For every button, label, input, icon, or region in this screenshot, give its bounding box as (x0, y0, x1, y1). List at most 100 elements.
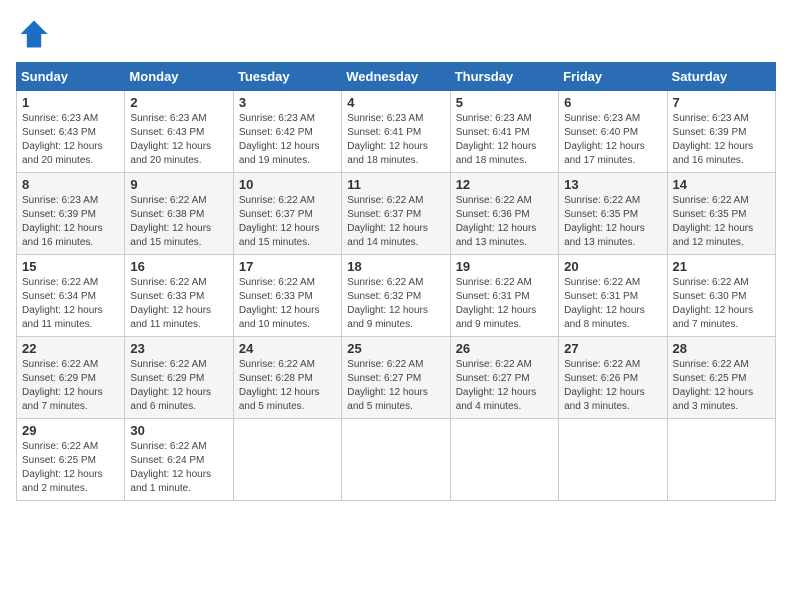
day-number: 7 (673, 95, 770, 110)
calendar-week-row: 15 Sunrise: 6:22 AMSunset: 6:34 PMDaylig… (17, 255, 776, 337)
day-number: 17 (239, 259, 336, 274)
day-number: 5 (456, 95, 553, 110)
day-number: 20 (564, 259, 661, 274)
day-info: Sunrise: 6:22 AMSunset: 6:33 PMDaylight:… (130, 277, 211, 330)
day-info: Sunrise: 6:22 AMSunset: 6:32 PMDaylight:… (347, 277, 428, 330)
day-number: 6 (564, 95, 661, 110)
weekday-header-cell: Saturday (667, 63, 775, 91)
calendar-cell: 19 Sunrise: 6:22 AMSunset: 6:31 PMDaylig… (450, 255, 558, 337)
calendar-cell: 18 Sunrise: 6:22 AMSunset: 6:32 PMDaylig… (342, 255, 450, 337)
day-number: 30 (130, 423, 227, 438)
day-info: Sunrise: 6:22 AMSunset: 6:27 PMDaylight:… (456, 359, 537, 412)
day-number: 11 (347, 177, 444, 192)
day-number: 24 (239, 341, 336, 356)
calendar-cell: 7 Sunrise: 6:23 AMSunset: 6:39 PMDayligh… (667, 91, 775, 173)
calendar-week-row: 29 Sunrise: 6:22 AMSunset: 6:25 PMDaylig… (17, 419, 776, 501)
calendar-cell (450, 419, 558, 501)
day-info: Sunrise: 6:22 AMSunset: 6:31 PMDaylight:… (456, 277, 537, 330)
day-number: 3 (239, 95, 336, 110)
calendar-cell (559, 419, 667, 501)
calendar-cell: 13 Sunrise: 6:22 AMSunset: 6:35 PMDaylig… (559, 173, 667, 255)
calendar-cell (233, 419, 341, 501)
calendar-cell: 8 Sunrise: 6:23 AMSunset: 6:39 PMDayligh… (17, 173, 125, 255)
day-info: Sunrise: 6:22 AMSunset: 6:28 PMDaylight:… (239, 359, 320, 412)
day-info: Sunrise: 6:22 AMSunset: 6:34 PMDaylight:… (22, 277, 103, 330)
day-number: 28 (673, 341, 770, 356)
day-info: Sunrise: 6:22 AMSunset: 6:25 PMDaylight:… (22, 441, 103, 494)
calendar-cell: 4 Sunrise: 6:23 AMSunset: 6:41 PMDayligh… (342, 91, 450, 173)
logo (16, 16, 56, 52)
day-number: 29 (22, 423, 119, 438)
day-number: 19 (456, 259, 553, 274)
day-info: Sunrise: 6:22 AMSunset: 6:37 PMDaylight:… (239, 195, 320, 248)
day-info: Sunrise: 6:22 AMSunset: 6:29 PMDaylight:… (130, 359, 211, 412)
day-number: 9 (130, 177, 227, 192)
day-number: 23 (130, 341, 227, 356)
day-number: 14 (673, 177, 770, 192)
calendar-cell: 24 Sunrise: 6:22 AMSunset: 6:28 PMDaylig… (233, 337, 341, 419)
day-info: Sunrise: 6:23 AMSunset: 6:41 PMDaylight:… (456, 113, 537, 166)
calendar-week-row: 8 Sunrise: 6:23 AMSunset: 6:39 PMDayligh… (17, 173, 776, 255)
calendar-cell: 12 Sunrise: 6:22 AMSunset: 6:36 PMDaylig… (450, 173, 558, 255)
day-info: Sunrise: 6:22 AMSunset: 6:30 PMDaylight:… (673, 277, 754, 330)
day-number: 27 (564, 341, 661, 356)
calendar-body: 1 Sunrise: 6:23 AMSunset: 6:43 PMDayligh… (17, 91, 776, 501)
day-info: Sunrise: 6:22 AMSunset: 6:27 PMDaylight:… (347, 359, 428, 412)
calendar-week-row: 1 Sunrise: 6:23 AMSunset: 6:43 PMDayligh… (17, 91, 776, 173)
weekday-header-cell: Wednesday (342, 63, 450, 91)
calendar-cell: 26 Sunrise: 6:22 AMSunset: 6:27 PMDaylig… (450, 337, 558, 419)
calendar-cell: 1 Sunrise: 6:23 AMSunset: 6:43 PMDayligh… (17, 91, 125, 173)
day-info: Sunrise: 6:22 AMSunset: 6:38 PMDaylight:… (130, 195, 211, 248)
header (16, 16, 776, 52)
day-number: 2 (130, 95, 227, 110)
day-info: Sunrise: 6:22 AMSunset: 6:31 PMDaylight:… (564, 277, 645, 330)
day-number: 22 (22, 341, 119, 356)
calendar-cell: 3 Sunrise: 6:23 AMSunset: 6:42 PMDayligh… (233, 91, 341, 173)
calendar-cell (667, 419, 775, 501)
day-info: Sunrise: 6:22 AMSunset: 6:35 PMDaylight:… (673, 195, 754, 248)
calendar-week-row: 22 Sunrise: 6:22 AMSunset: 6:29 PMDaylig… (17, 337, 776, 419)
day-info: Sunrise: 6:22 AMSunset: 6:35 PMDaylight:… (564, 195, 645, 248)
calendar-cell: 21 Sunrise: 6:22 AMSunset: 6:30 PMDaylig… (667, 255, 775, 337)
day-info: Sunrise: 6:22 AMSunset: 6:37 PMDaylight:… (347, 195, 428, 248)
calendar-table: SundayMondayTuesdayWednesdayThursdayFrid… (16, 62, 776, 501)
calendar-cell: 9 Sunrise: 6:22 AMSunset: 6:38 PMDayligh… (125, 173, 233, 255)
calendar-cell: 15 Sunrise: 6:22 AMSunset: 6:34 PMDaylig… (17, 255, 125, 337)
calendar-cell: 6 Sunrise: 6:23 AMSunset: 6:40 PMDayligh… (559, 91, 667, 173)
weekday-header-cell: Monday (125, 63, 233, 91)
day-info: Sunrise: 6:23 AMSunset: 6:42 PMDaylight:… (239, 113, 320, 166)
calendar-cell: 20 Sunrise: 6:22 AMSunset: 6:31 PMDaylig… (559, 255, 667, 337)
calendar-cell: 25 Sunrise: 6:22 AMSunset: 6:27 PMDaylig… (342, 337, 450, 419)
day-info: Sunrise: 6:22 AMSunset: 6:33 PMDaylight:… (239, 277, 320, 330)
day-info: Sunrise: 6:23 AMSunset: 6:41 PMDaylight:… (347, 113, 428, 166)
calendar-cell: 11 Sunrise: 6:22 AMSunset: 6:37 PMDaylig… (342, 173, 450, 255)
day-info: Sunrise: 6:23 AMSunset: 6:43 PMDaylight:… (130, 113, 211, 166)
logo-icon (16, 16, 52, 52)
day-info: Sunrise: 6:22 AMSunset: 6:24 PMDaylight:… (130, 441, 211, 494)
day-number: 26 (456, 341, 553, 356)
day-number: 8 (22, 177, 119, 192)
calendar-cell: 23 Sunrise: 6:22 AMSunset: 6:29 PMDaylig… (125, 337, 233, 419)
calendar-cell: 2 Sunrise: 6:23 AMSunset: 6:43 PMDayligh… (125, 91, 233, 173)
calendar-cell: 29 Sunrise: 6:22 AMSunset: 6:25 PMDaylig… (17, 419, 125, 501)
calendar-cell: 10 Sunrise: 6:22 AMSunset: 6:37 PMDaylig… (233, 173, 341, 255)
day-number: 18 (347, 259, 444, 274)
day-info: Sunrise: 6:22 AMSunset: 6:25 PMDaylight:… (673, 359, 754, 412)
day-info: Sunrise: 6:23 AMSunset: 6:39 PMDaylight:… (22, 195, 103, 248)
calendar-cell: 14 Sunrise: 6:22 AMSunset: 6:35 PMDaylig… (667, 173, 775, 255)
calendar-cell: 30 Sunrise: 6:22 AMSunset: 6:24 PMDaylig… (125, 419, 233, 501)
calendar-cell: 27 Sunrise: 6:22 AMSunset: 6:26 PMDaylig… (559, 337, 667, 419)
calendar-cell: 16 Sunrise: 6:22 AMSunset: 6:33 PMDaylig… (125, 255, 233, 337)
day-info: Sunrise: 6:23 AMSunset: 6:43 PMDaylight:… (22, 113, 103, 166)
calendar-cell: 17 Sunrise: 6:22 AMSunset: 6:33 PMDaylig… (233, 255, 341, 337)
day-number: 13 (564, 177, 661, 192)
day-info: Sunrise: 6:22 AMSunset: 6:26 PMDaylight:… (564, 359, 645, 412)
weekday-header-cell: Thursday (450, 63, 558, 91)
day-number: 15 (22, 259, 119, 274)
day-number: 21 (673, 259, 770, 274)
day-info: Sunrise: 6:23 AMSunset: 6:39 PMDaylight:… (673, 113, 754, 166)
day-number: 1 (22, 95, 119, 110)
calendar-cell: 22 Sunrise: 6:22 AMSunset: 6:29 PMDaylig… (17, 337, 125, 419)
weekday-header-cell: Tuesday (233, 63, 341, 91)
day-number: 12 (456, 177, 553, 192)
